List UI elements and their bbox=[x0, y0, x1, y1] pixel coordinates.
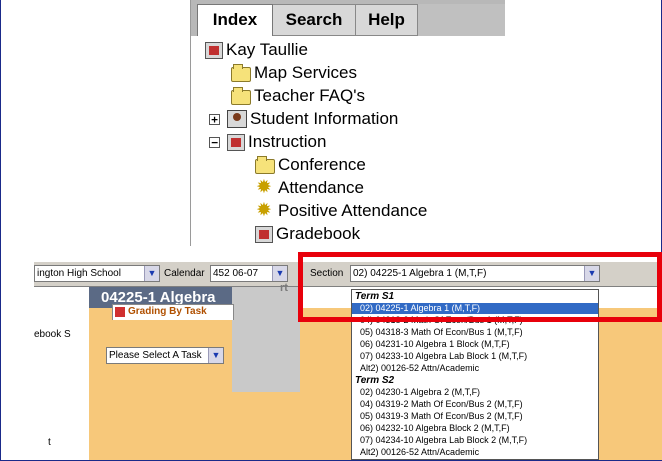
tab-index[interactable]: Index bbox=[197, 4, 273, 36]
list-item[interactable]: 05) 04318-3 Math Of Econ/Bus 1 (M,T,F) bbox=[352, 327, 598, 338]
tree-item-label: Gradebook bbox=[276, 224, 361, 243]
section-select[interactable]: 02) 04225-1 Algebra 1 (M,T,F) ▼ bbox=[350, 265, 600, 282]
chevron-down-icon[interactable]: ▼ bbox=[584, 266, 599, 281]
calendar-label: Calendar bbox=[164, 268, 205, 279]
school-select-value: ington High School bbox=[37, 268, 121, 279]
frame-left-border bbox=[0, 0, 1, 461]
grading-icon bbox=[115, 307, 125, 317]
tree-item-label: Teacher FAQ's bbox=[254, 86, 365, 105]
sidebar-label-fragment[interactable]: t bbox=[48, 437, 51, 448]
list-item[interactable]: 04) 04319-2 Math Of Econ/Bus 2 (M,T,F) bbox=[352, 399, 598, 410]
overlay-block bbox=[232, 287, 300, 392]
school-select[interactable]: ington High School ▼ bbox=[34, 265, 160, 282]
tree-item-label: Student Information bbox=[250, 109, 399, 128]
chevron-down-icon[interactable]: ▼ bbox=[208, 348, 223, 363]
folder-icon bbox=[231, 64, 251, 82]
section-label: Section bbox=[310, 268, 344, 279]
left-sidebar-strip: ebook S t bbox=[34, 287, 89, 460]
sun-icon: ✹ bbox=[256, 177, 272, 198]
tree-item-positive-attendance[interactable]: ✹ Positive Attendance bbox=[253, 200, 427, 222]
folder-icon bbox=[255, 156, 275, 174]
list-item[interactable]: 04) 04318-2 Math Of Econ/Bus 1 (M,T,F) bbox=[352, 315, 598, 326]
tree-item-map-services[interactable]: Map Services bbox=[231, 62, 357, 84]
task-select-value: Please Select A Task bbox=[109, 350, 202, 361]
tree-item-student-information[interactable]: + Student Information bbox=[209, 108, 398, 130]
tree-item-label: Instruction bbox=[248, 132, 327, 151]
header-fragment: rt bbox=[280, 282, 288, 294]
calendar-select-value: 452 06-07 bbox=[213, 268, 259, 279]
task-select[interactable]: Please Select A Task ▼ bbox=[106, 347, 224, 364]
tree-item-teacher-faqs[interactable]: Teacher FAQ's bbox=[231, 85, 365, 107]
tab-help[interactable]: Help bbox=[356, 4, 418, 36]
list-item[interactable]: 07) 04233-10 Algebra Lab Block 1 (M,T,F) bbox=[352, 351, 598, 362]
user-book-icon bbox=[205, 41, 223, 59]
student-icon bbox=[227, 110, 247, 128]
chevron-down-icon[interactable]: ▼ bbox=[272, 266, 287, 281]
nav-tabs: Index Search Help bbox=[191, 0, 505, 36]
list-item[interactable]: 02) 04225-1 Algebra 1 (M,T,F) bbox=[352, 303, 598, 314]
tree-root-user[interactable]: Kay Taullie bbox=[205, 39, 308, 61]
tree-item-attendance[interactable]: ✹ Attendance bbox=[253, 177, 364, 199]
tree-item-instruction[interactable]: − Instruction bbox=[209, 131, 326, 153]
tab-search[interactable]: Search bbox=[273, 4, 356, 36]
instruction-icon bbox=[227, 133, 245, 151]
tab-strip-filler bbox=[418, 4, 505, 36]
sun-icon: ✹ bbox=[256, 200, 272, 221]
tree-item-label: Conference bbox=[278, 155, 366, 174]
gradebook-icon bbox=[255, 225, 273, 243]
tree-item-gradebook[interactable]: Gradebook bbox=[255, 223, 360, 245]
folder-group-icon bbox=[231, 87, 251, 105]
tab-grading-by-task[interactable]: Grading By Task bbox=[112, 304, 234, 320]
section-dropdown-list[interactable]: Term S1 02) 04225-1 Algebra 1 (M,T,F) 04) … bbox=[351, 289, 599, 460]
list-item[interactable]: 05) 04319-3 Math Of Econ/Bus 2 (M,T,F) bbox=[352, 411, 598, 422]
collapse-icon[interactable]: − bbox=[209, 136, 220, 148]
list-group-header: Term S1 bbox=[355, 291, 395, 302]
section-select-value: 02) 04225-1 Algebra 1 (M,T,F) bbox=[353, 268, 487, 279]
list-item[interactable]: 07) 04234-10 Algebra Lab Block 2 (M,T,F) bbox=[352, 435, 598, 446]
tree-item-conference[interactable]: Conference bbox=[255, 154, 366, 176]
list-item[interactable]: 06) 04232-10 Algebra Block 2 (M,T,F) bbox=[352, 423, 598, 434]
calendar-select[interactable]: 452 06-07 ▼ bbox=[210, 265, 288, 282]
tab-grading-label: Grading By Task bbox=[128, 306, 207, 317]
gradebook-app: ington High School ▼ Calendar 452 06-07 … bbox=[34, 262, 662, 460]
list-group-header: Term S2 bbox=[355, 375, 395, 386]
list-item[interactable]: 06) 04231-10 Algebra 1 Block (M,T,F) bbox=[352, 339, 598, 350]
tree-item-label: Map Services bbox=[254, 63, 357, 82]
list-item[interactable]: Alt2) 00126-52 Attn/Academic bbox=[352, 363, 598, 374]
list-item[interactable]: 02) 04230-1 Algebra 2 (M,T,F) bbox=[352, 387, 598, 398]
expand-icon[interactable]: + bbox=[209, 113, 220, 125]
list-item[interactable]: Alt2) 00126-52 Attn/Academic bbox=[352, 447, 598, 458]
chevron-down-icon[interactable]: ▼ bbox=[144, 266, 159, 281]
navigation-panel: Index Search Help Kay Taullie Map Servic… bbox=[190, 0, 505, 246]
tree-item-label: Positive Attendance bbox=[278, 201, 428, 220]
sidebar-label-gradebook[interactable]: ebook S bbox=[34, 329, 71, 340]
tree-root-label: Kay Taullie bbox=[226, 40, 308, 59]
tree-item-label: Attendance bbox=[278, 178, 365, 197]
context-toolbar: ington High School ▼ Calendar 452 06-07 … bbox=[34, 262, 662, 287]
